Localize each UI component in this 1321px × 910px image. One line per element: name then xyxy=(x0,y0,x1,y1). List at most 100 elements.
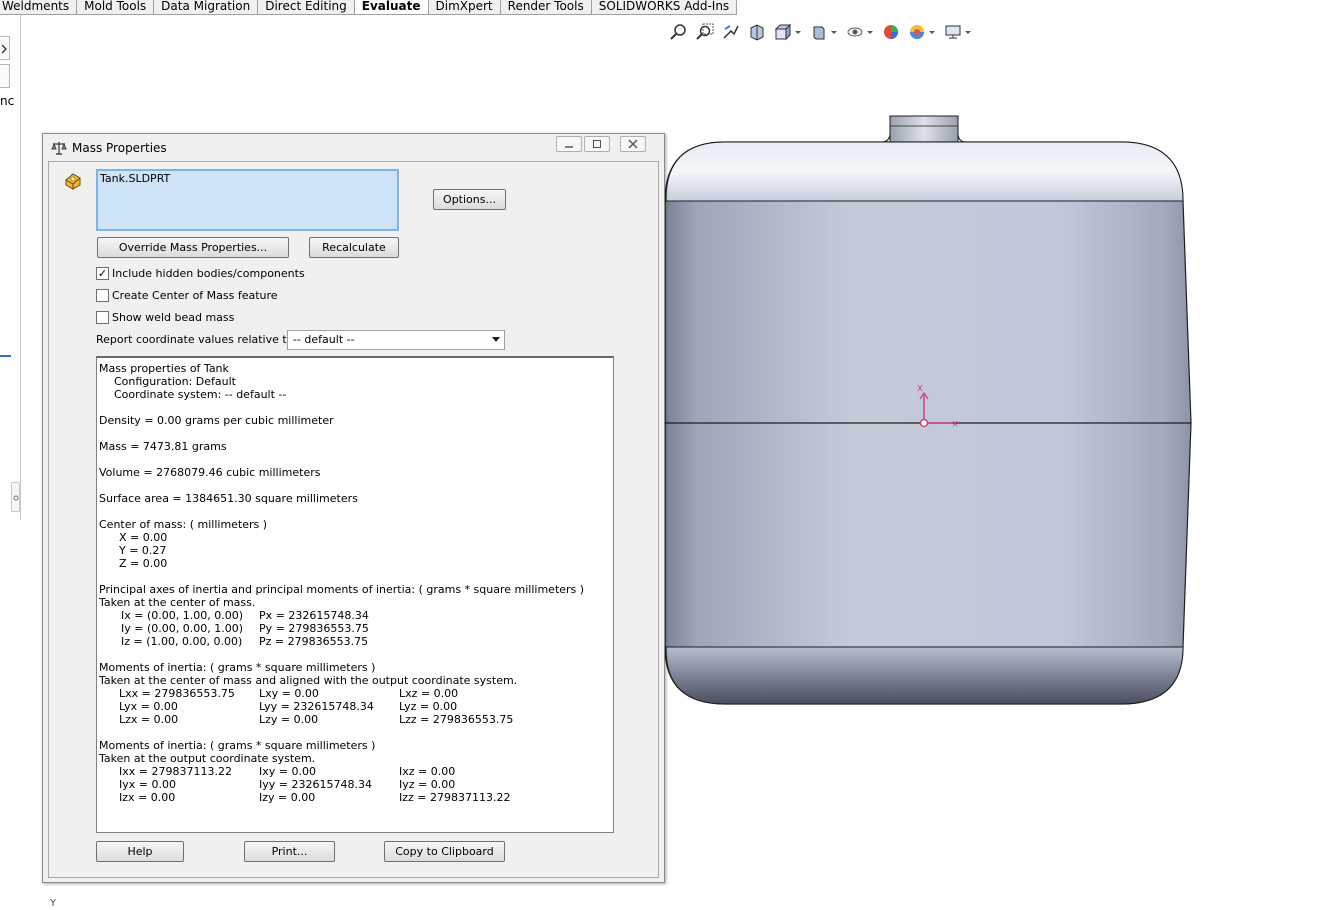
result-cell: Pz = 279836553.75 xyxy=(259,635,369,648)
tank-neck[interactable] xyxy=(889,115,959,143)
create-com-checkbox[interactable] xyxy=(96,288,109,302)
previous-view-icon[interactable] xyxy=(720,21,742,43)
result-line: Lzx = 0.00 Lzy = 0.00 Lzz = 279836553.75 xyxy=(99,713,613,726)
hide-show-items-icon[interactable] xyxy=(844,21,866,43)
tab-dimxpert[interactable]: DimXpert xyxy=(427,0,501,15)
tab-render-tools[interactable]: Render Tools xyxy=(499,0,592,15)
result-line: Taken at the center of mass and aligned … xyxy=(99,674,613,687)
result-cell: Py = 279836553.75 xyxy=(259,622,369,635)
dropdown-arrow-icon xyxy=(492,337,500,342)
minimize-button[interactable] xyxy=(556,136,582,152)
tank-model-view[interactable] xyxy=(663,113,1195,708)
tab-weldments[interactable]: Weldments xyxy=(0,0,78,15)
result-line: X = 0.00 xyxy=(99,531,613,544)
feature-tree-selection-marker xyxy=(0,355,11,357)
balance-scale-icon xyxy=(51,142,67,155)
result-line: Ixx = 279837113.22 Ixy = 0.00 Ixz = 0.00 xyxy=(99,765,613,778)
result-line: Surface area = 1384651.30 square millime… xyxy=(99,492,613,505)
tab-evaluate[interactable]: Evaluate xyxy=(353,0,429,15)
recalculate-button[interactable]: Recalculate xyxy=(309,237,399,258)
result-cell: Ixy = 0.00 xyxy=(259,765,316,778)
result-line xyxy=(99,726,613,739)
result-line: Moments of inertia: ( grams * square mil… xyxy=(99,661,613,674)
result-cell: Configuration: Default xyxy=(114,375,236,388)
result-line: Z = 0.00 xyxy=(99,557,613,570)
result-line: Moments of inertia: ( grams * square mil… xyxy=(99,739,613,752)
maximize-button[interactable] xyxy=(584,136,610,152)
result-line xyxy=(99,427,613,440)
result-cell: Coordinate system: -- default -- xyxy=(114,388,287,401)
result-line xyxy=(99,648,613,661)
result-cell: Iy = (0.00, 0.00, 1.00) xyxy=(121,622,244,635)
result-line: Y = 0.27 xyxy=(99,544,613,557)
include-hidden-checkbox[interactable]: ✓ xyxy=(96,266,109,280)
create-com-label: Create Center of Mass feature xyxy=(112,288,278,302)
view-settings-dropdown-icon[interactable] xyxy=(964,21,972,43)
include-hidden-row[interactable]: ✓ Include hidden bodies/components xyxy=(96,266,305,280)
tab-data-migration[interactable]: Data Migration xyxy=(153,0,259,15)
print-button[interactable]: Print... xyxy=(244,841,335,862)
result-cell: Iz = (1.00, 0.00, 0.00) xyxy=(121,635,243,648)
show-weld-row[interactable]: Show weld bead mass xyxy=(96,310,234,324)
tab-direct-editing[interactable]: Direct Editing xyxy=(257,0,355,15)
show-weld-checkbox[interactable] xyxy=(96,310,109,324)
coordinate-system-select[interactable]: -- default -- xyxy=(287,330,505,350)
tank-top-dome xyxy=(665,141,1184,202)
result-cell: Taken at the center of mass. xyxy=(99,596,256,609)
override-mass-properties-button[interactable]: Override Mass Properties... xyxy=(97,237,289,258)
view-settings-icon[interactable] xyxy=(942,21,964,43)
result-cell: Mass = 7473.81 grams xyxy=(99,440,227,453)
result-line xyxy=(99,479,613,492)
dialog-title: Mass Properties xyxy=(72,141,167,155)
close-button[interactable] xyxy=(620,136,646,152)
result-line: Lxx = 279836553.75 Lxy = 0.00 Lxz = 0.00 xyxy=(99,687,613,700)
part-selection-icon xyxy=(65,173,81,190)
tab-solidworks-add-ins[interactable]: SOLIDWORKS Add-Ins xyxy=(590,0,738,15)
view-orientation-icon[interactable] xyxy=(772,21,794,43)
result-line: Iz = (1.00, 0.00, 0.00) Pz = 279836553.75 xyxy=(99,635,613,648)
result-line: Configuration: Default xyxy=(99,375,613,388)
result-cell: Ix = (0.00, 1.00, 0.00) xyxy=(121,609,244,622)
panel-collapse-grip[interactable] xyxy=(11,482,20,512)
dialog-title-bar[interactable]: Mass Properties xyxy=(43,134,664,160)
apply-scene-icon[interactable] xyxy=(906,21,928,43)
result-cell: Izz = 279837113.22 xyxy=(399,791,511,804)
mass-properties-results[interactable]: Mass properties of Tank Configuration: De… xyxy=(96,356,614,833)
tab-mold-tools[interactable]: Mold Tools xyxy=(76,0,155,15)
panel-divider xyxy=(20,15,21,520)
edit-appearance-icon[interactable] xyxy=(880,21,902,43)
result-line: Mass properties of Tank xyxy=(99,362,613,375)
result-line: Lyx = 0.00 Lyy = 232615748.34 Lyz = 0.00 xyxy=(99,700,613,713)
result-cell: Iyx = 0.00 xyxy=(119,778,176,791)
result-line: Ix = (0.00, 1.00, 0.00) Px = 232615748.34 xyxy=(99,609,613,622)
result-line xyxy=(99,453,613,466)
report-coordinate-label: Report coordinate values relative to: xyxy=(96,333,298,346)
result-line xyxy=(99,401,613,414)
result-cell: Lzz = 279836553.75 xyxy=(399,713,514,726)
result-cell: Moments of inertia: ( grams * square mil… xyxy=(99,661,376,674)
result-line: Volume = 2768079.46 cubic millimeters xyxy=(99,466,613,479)
result-line: Iyx = 0.00 Iyy = 232615748.34 Iyz = 0.00 xyxy=(99,778,613,791)
hide-show-dropdown-icon[interactable] xyxy=(866,21,874,43)
result-cell: Center of mass: ( millimeters ) xyxy=(99,518,268,531)
result-cell: Lxz = 0.00 xyxy=(399,687,459,700)
selection-list[interactable]: Tank.SLDPRT xyxy=(96,169,399,231)
apply-scene-dropdown-icon[interactable] xyxy=(928,21,936,43)
expand-arrow-icon[interactable] xyxy=(0,36,10,60)
dialog-content: Tank.SLDPRT Options... Override Mass Pro… xyxy=(48,161,659,878)
selected-component[interactable]: Tank.SLDPRT xyxy=(100,172,170,185)
display-style-dropdown-icon[interactable] xyxy=(830,21,838,43)
result-line: Mass = 7473.81 grams xyxy=(99,440,613,453)
result-cell: Moments of inertia: ( grams * square mil… xyxy=(99,739,376,752)
view-orientation-dropdown-icon[interactable] xyxy=(794,21,802,43)
copy-to-clipboard-button[interactable]: Copy to Clipboard xyxy=(384,841,505,862)
create-com-row[interactable]: Create Center of Mass feature xyxy=(96,288,278,302)
section-view-icon[interactable] xyxy=(746,21,768,43)
zoom-to-fit-icon[interactable] xyxy=(668,21,690,43)
zoom-to-area-icon[interactable] xyxy=(694,21,716,43)
display-style-icon[interactable] xyxy=(808,21,830,43)
panel-tab[interactable] xyxy=(0,64,10,88)
result-cell: Iyz = 0.00 xyxy=(399,778,456,791)
options-button[interactable]: Options... xyxy=(433,189,506,210)
help-button[interactable]: Help xyxy=(96,841,184,862)
